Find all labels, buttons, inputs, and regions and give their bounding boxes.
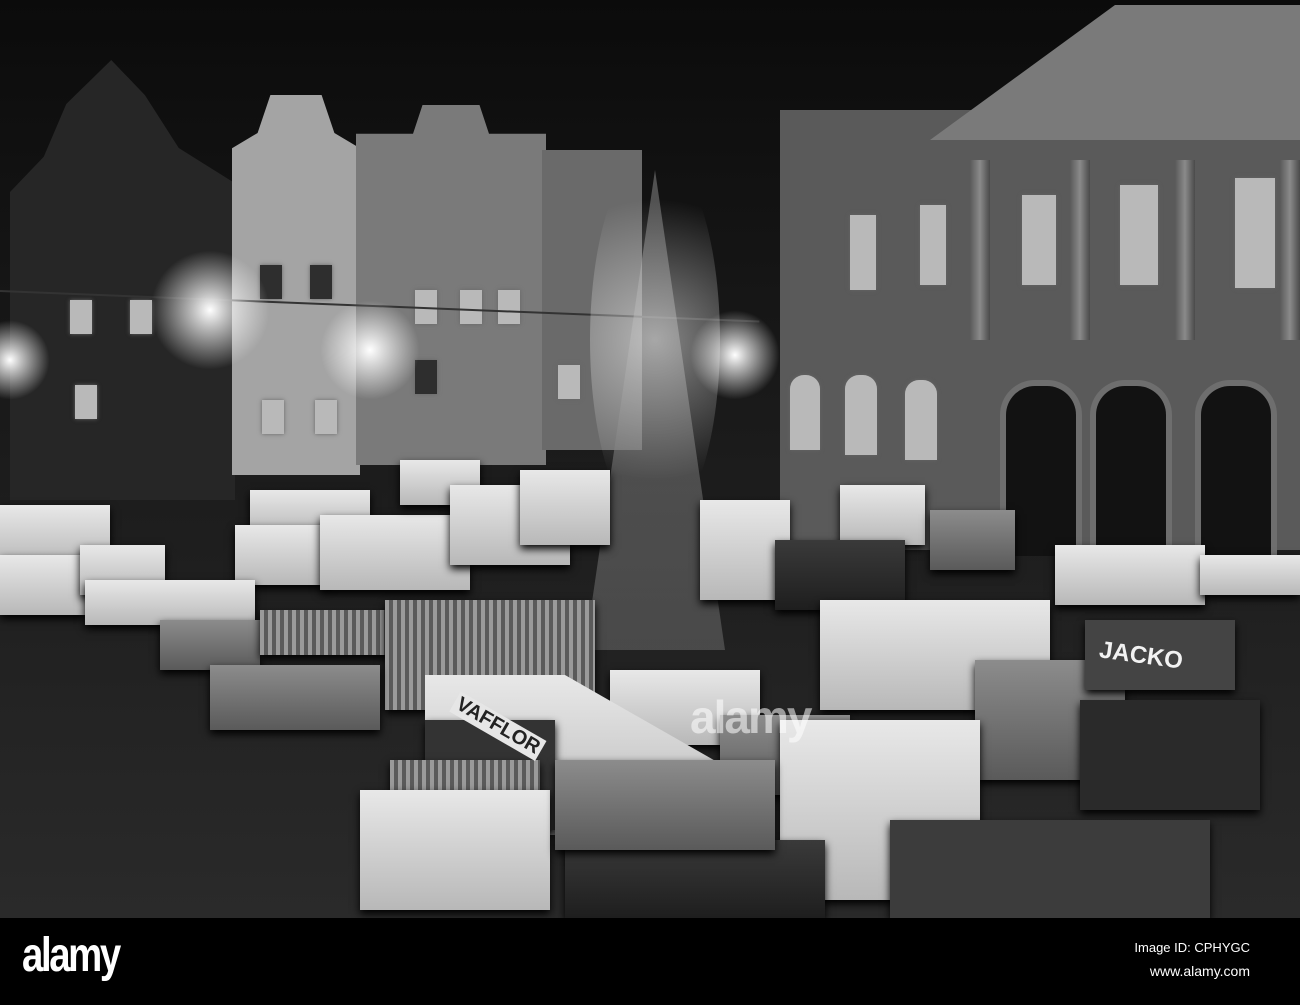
market-photo: JACKO VAFFLOR alamy [0, 0, 1300, 918]
window [558, 365, 580, 399]
column [1280, 160, 1300, 340]
market-stall [890, 820, 1210, 918]
window [1120, 185, 1158, 285]
lamp-glow [690, 310, 780, 400]
window [70, 300, 92, 334]
street-lamp-glow [150, 250, 270, 370]
market-stall [555, 760, 775, 850]
market-stall [210, 665, 380, 730]
window [262, 400, 284, 434]
column [970, 160, 990, 340]
street-lamp-glow [320, 300, 420, 400]
market-stall [1200, 555, 1300, 595]
window [75, 385, 97, 419]
market-stall [930, 510, 1015, 570]
watermark-center: alamy [690, 691, 812, 743]
jacko-stall: JACKO [1085, 620, 1235, 690]
market-stall [360, 790, 550, 910]
window [415, 360, 437, 394]
pediment [930, 5, 1300, 140]
market-stall [840, 485, 925, 545]
watermark-footer: alamy Image ID: CPHYGC www.alamy.com [0, 918, 1300, 1005]
window [130, 300, 152, 334]
alamy-logo: alamy [22, 929, 121, 982]
market-stall [1055, 545, 1205, 605]
jacko-sign: JACKO [1097, 636, 1185, 675]
column [1070, 160, 1090, 340]
website-link: www.alamy.com [1149, 963, 1250, 979]
window [460, 290, 482, 324]
market-stall [160, 620, 260, 670]
window [1022, 195, 1056, 285]
window [1235, 178, 1275, 288]
image-canvas: JACKO VAFFLOR alamy alamy Image ID: CPHY… [0, 0, 1300, 1005]
market-stall [235, 525, 330, 585]
market-stall [0, 555, 85, 615]
market-stall [520, 470, 610, 545]
market-stall [85, 580, 255, 625]
striped-stall [260, 610, 390, 655]
window [310, 265, 332, 299]
window [315, 400, 337, 434]
arch [1090, 380, 1172, 556]
window [850, 215, 876, 290]
market-stall [320, 515, 470, 590]
market-stall [565, 840, 825, 918]
middle-building [356, 105, 546, 465]
window [790, 375, 820, 450]
window [905, 380, 937, 460]
window [498, 290, 520, 324]
window [920, 205, 946, 285]
window [845, 375, 877, 455]
column [1175, 160, 1195, 340]
arch [1195, 380, 1277, 556]
image-id: Image ID: CPHYGC [1134, 940, 1250, 955]
market-stall [1080, 700, 1260, 810]
